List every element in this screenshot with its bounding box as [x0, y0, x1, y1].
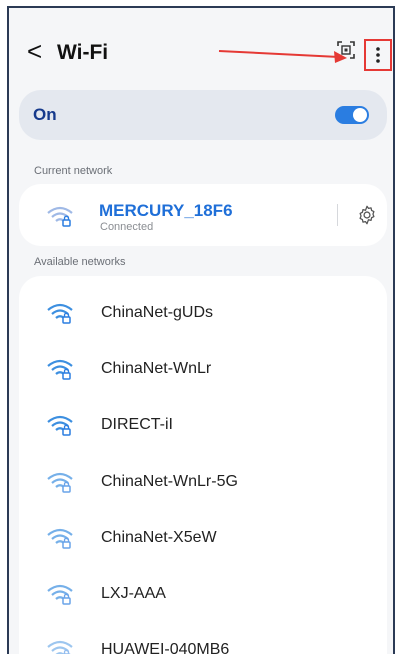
- network-list-item[interactable]: DIRECT-iI: [19, 397, 387, 453]
- page-title: Wi-Fi: [57, 41, 109, 64]
- network-name: ChinaNet-WnLr: [101, 360, 212, 377]
- wifi-lock-icon: [47, 528, 73, 549]
- network-list-item[interactable]: ChinaNet-X5eW: [19, 510, 387, 566]
- network-name: DIRECT-iI: [101, 416, 173, 433]
- qr-scan-icon[interactable]: [336, 40, 356, 60]
- network-list-item[interactable]: ChinaNet-WnLr-5G: [19, 454, 387, 510]
- divider: [337, 204, 338, 226]
- network-list-item[interactable]: ChinaNet-WnLr: [19, 341, 387, 397]
- network-list-item[interactable]: LXJ-AAA: [19, 566, 387, 622]
- wifi-lock-icon: [47, 303, 73, 324]
- network-list-item[interactable]: HUAWEI-040MB6: [19, 622, 387, 654]
- gear-icon[interactable]: [356, 204, 378, 226]
- wifi-lock-icon: [47, 415, 73, 436]
- network-name: ChinaNet-X5eW: [101, 529, 217, 546]
- wifi-lock-icon: [47, 359, 73, 380]
- wifi-toggle-label: On: [33, 105, 57, 124]
- current-network-name: MERCURY_18F6: [99, 201, 233, 220]
- back-button[interactable]: <: [27, 38, 42, 64]
- available-networks-label: Available networks: [34, 256, 126, 268]
- wifi-settings-screen: < Wi-Fi On Current network MERCURY_18F6 …: [7, 6, 395, 654]
- network-list-item[interactable]: ChinaNet-gUDs: [19, 285, 387, 341]
- wifi-lock-icon: [47, 472, 73, 493]
- current-network-label: Current network: [34, 165, 113, 177]
- available-networks-list: ChinaNet-gUDs ChinaNet-WnLr DIRECT-iI China…: [19, 276, 387, 654]
- current-network-status: Connected: [100, 221, 154, 233]
- more-vertical-icon: [376, 47, 380, 63]
- header: < Wi-Fi: [9, 8, 393, 98]
- wifi-lock-icon: [47, 584, 73, 605]
- network-name: ChinaNet-gUDs: [101, 304, 214, 321]
- more-options-button[interactable]: [364, 39, 392, 71]
- network-name: ChinaNet-WnLr-5G: [101, 473, 238, 490]
- wifi-toggle-switch[interactable]: [335, 106, 369, 124]
- network-name: HUAWEI-040MB6: [101, 641, 230, 654]
- current-network-card[interactable]: MERCURY_18F6 Connected: [19, 184, 387, 246]
- wifi-toggle-row[interactable]: On: [19, 90, 387, 140]
- wifi-lock-icon: [47, 206, 73, 227]
- toggle-knob: [353, 108, 367, 122]
- wifi-lock-icon: [47, 640, 73, 654]
- network-name: LXJ-AAA: [101, 585, 166, 602]
